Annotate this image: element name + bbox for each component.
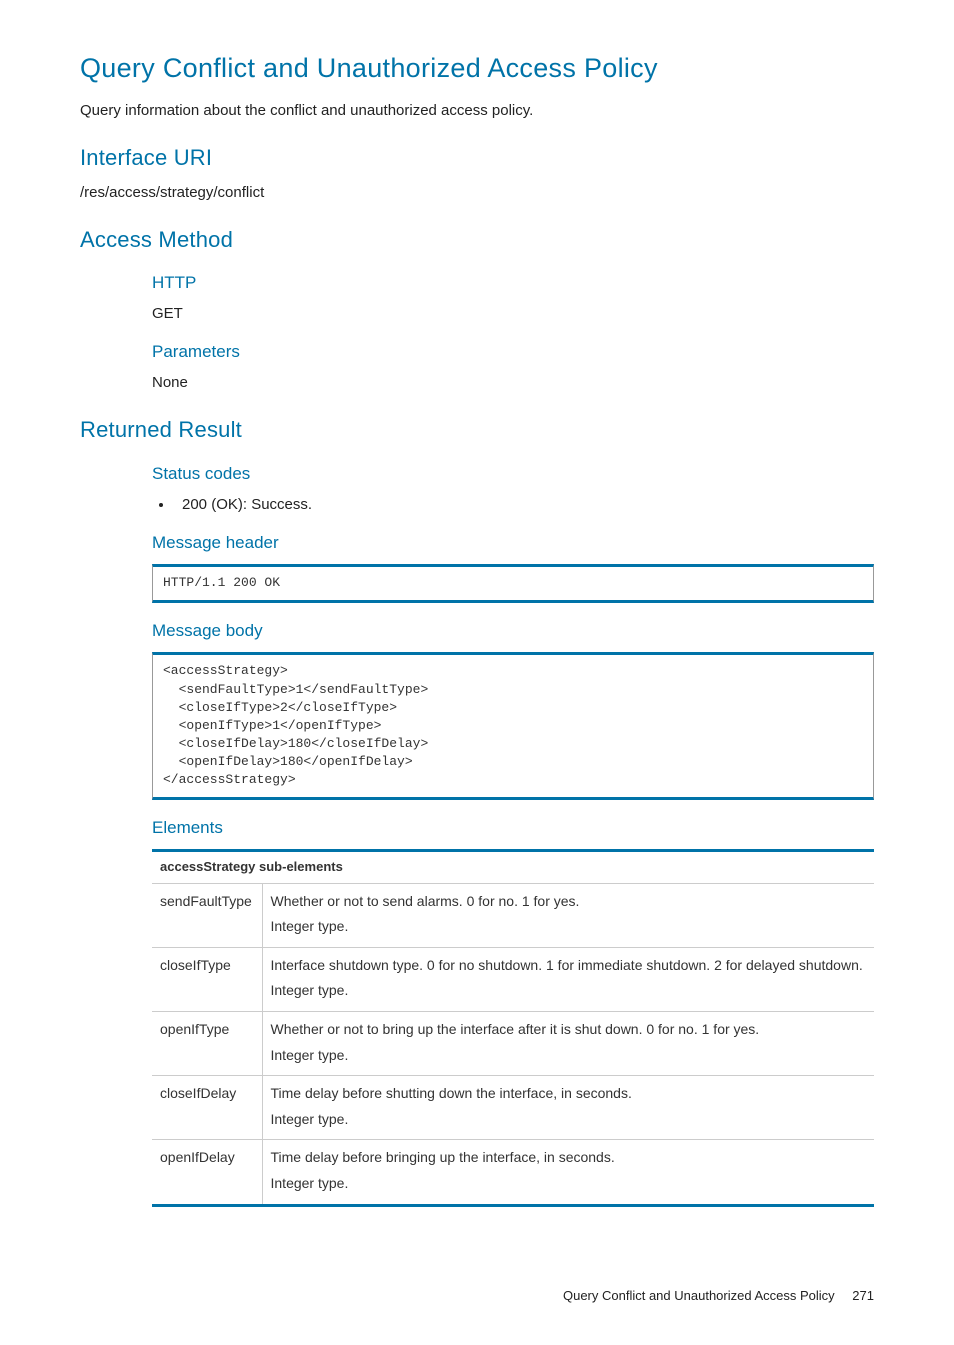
- table-row: sendFaultType Whether or not to send ala…: [152, 883, 874, 947]
- element-name: closeIfDelay: [152, 1076, 262, 1140]
- element-name: openIfDelay: [152, 1140, 262, 1205]
- status-codes-label: Status codes: [152, 462, 874, 486]
- table-row: closeIfType Interface shutdown type. 0 f…: [152, 947, 874, 1011]
- section-access-method: Access Method: [80, 225, 874, 256]
- interface-uri-value: /res/access/strategy/conflict: [80, 182, 874, 203]
- element-desc: Time delay before shutting down the inte…: [262, 1076, 874, 1140]
- element-name: openIfType: [152, 1012, 262, 1076]
- message-header-code: HTTP/1.1 200 OK: [152, 564, 874, 602]
- page-number: 271: [852, 1288, 874, 1303]
- table-row: closeIfDelay Time delay before shutting …: [152, 1076, 874, 1140]
- footer-text: Query Conflict and Unauthorized Access P…: [563, 1288, 835, 1303]
- page-footer: Query Conflict and Unauthorized Access P…: [80, 1287, 874, 1305]
- http-value: GET: [152, 303, 874, 324]
- element-desc: Interface shutdown type. 0 for no shutdo…: [262, 947, 874, 1011]
- page-title: Query Conflict and Unauthorized Access P…: [80, 50, 874, 88]
- message-body-code: <accessStrategy> <sendFaultType>1</sendF…: [152, 652, 874, 799]
- message-header-label: Message header: [152, 531, 874, 555]
- element-desc: Whether or not to send alarms. 0 for no.…: [262, 883, 874, 947]
- parameters-label: Parameters: [152, 340, 874, 364]
- element-name: closeIfType: [152, 947, 262, 1011]
- message-body-label: Message body: [152, 619, 874, 643]
- parameters-value: None: [152, 372, 874, 393]
- table-header: accessStrategy sub-elements: [152, 851, 874, 883]
- element-name: sendFaultType: [152, 883, 262, 947]
- element-desc: Whether or not to bring up the interface…: [262, 1012, 874, 1076]
- elements-label: Elements: [152, 816, 874, 840]
- table-row: openIfDelay Time delay before bringing u…: [152, 1140, 874, 1205]
- elements-table: accessStrategy sub-elements sendFaultTyp…: [152, 849, 874, 1206]
- table-row: openIfType Whether or not to bring up th…: [152, 1012, 874, 1076]
- intro-text: Query information about the conflict and…: [80, 100, 874, 121]
- http-label: HTTP: [152, 271, 874, 295]
- section-interface-uri: Interface URI: [80, 143, 874, 174]
- section-returned-result: Returned Result: [80, 415, 874, 446]
- element-desc: Time delay before bringing up the interf…: [262, 1140, 874, 1205]
- status-codes-list: 200 (OK): Success.: [152, 494, 874, 515]
- status-code-item: 200 (OK): Success.: [174, 494, 874, 515]
